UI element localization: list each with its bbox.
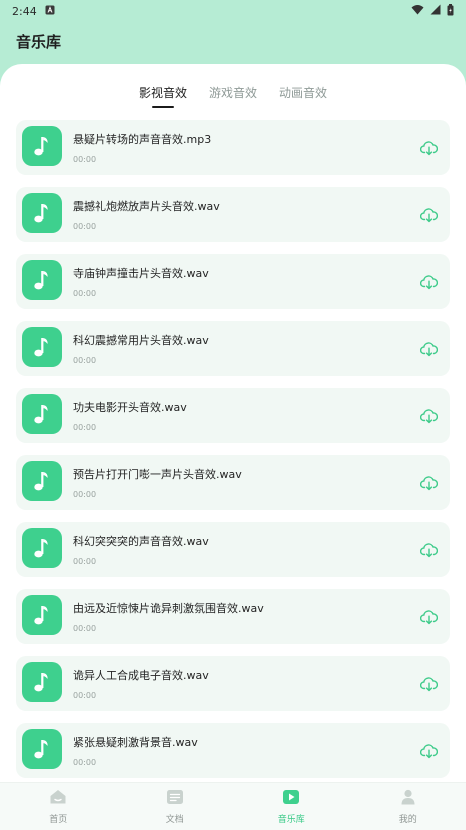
music-note-icon (22, 260, 62, 300)
cloud-download-icon[interactable] (419, 743, 439, 759)
track-row[interactable]: 功夫电影开头音效.wav 00:00 (16, 388, 450, 443)
wifi-icon (411, 4, 424, 18)
track-row[interactable]: 预告片打开门嘭一声片头音效.wav 00:00 (16, 455, 450, 510)
music-note-icon (22, 662, 62, 702)
nav-document-label: 文档 (165, 814, 184, 825)
track-row[interactable]: 悬疑片转场的声音音效.mp3 00:00 (16, 120, 450, 175)
notification-icon (45, 5, 55, 18)
nav-profile[interactable]: 我的 (368, 789, 448, 825)
track-title: 功夫电影开头音效.wav (73, 401, 187, 414)
music-note-icon (22, 394, 62, 434)
track-duration: 00:00 (73, 490, 97, 499)
bottom-navigation: 首页 文档 音乐库 我的 (0, 782, 466, 830)
track-duration: 00:00 (73, 423, 97, 432)
track-title: 科幻突突突的声音音效.wav (73, 535, 209, 548)
track-title: 诡异人工合成电子音效.wav (73, 669, 209, 682)
track-title: 科幻震撼常用片头音效.wav (73, 334, 209, 347)
battery-icon (447, 3, 454, 19)
track-title: 紧张悬疑刺激背景音.wav (73, 736, 198, 749)
cloud-download-icon[interactable] (419, 408, 439, 424)
signal-icon (430, 4, 441, 18)
track-row[interactable]: 震撼礼炮燃放声片头音效.wav 00:00 (16, 187, 450, 242)
home-icon (49, 789, 67, 809)
category-tabs: 影视音效 游戏音效 动画音效 (0, 64, 466, 112)
tab-animation-sfx[interactable]: 动画音效 (277, 84, 329, 101)
nav-music-library-label: 音乐库 (277, 814, 305, 825)
track-duration: 00:00 (73, 356, 97, 365)
cloud-download-icon[interactable] (419, 609, 439, 625)
music-note-icon (22, 193, 62, 233)
track-row[interactable]: 科幻震撼常用片头音效.wav 00:00 (16, 321, 450, 376)
track-row[interactable]: 科幻突突突的声音音效.wav 00:00 (16, 522, 450, 577)
profile-icon (399, 789, 417, 809)
track-title: 预告片打开门嘭一声片头音效.wav (73, 468, 242, 481)
track-duration: 00:00 (73, 758, 97, 767)
track-row[interactable]: 寺庙钟声撞击片头音效.wav 00:00 (16, 254, 450, 309)
nav-home[interactable]: 首页 (18, 789, 98, 825)
cloud-download-icon[interactable] (419, 274, 439, 290)
cloud-download-icon[interactable] (419, 676, 439, 692)
track-duration: 00:00 (73, 624, 97, 633)
cloud-download-icon[interactable] (419, 140, 439, 156)
track-duration: 00:00 (73, 155, 97, 164)
track-row[interactable]: 诡异人工合成电子音效.wav 00:00 (16, 656, 450, 711)
track-duration: 00:00 (73, 691, 97, 700)
music-note-icon (22, 461, 62, 501)
nav-profile-label: 我的 (398, 814, 417, 825)
nav-music-library[interactable]: 音乐库 (251, 789, 331, 825)
nav-home-label: 首页 (49, 814, 68, 825)
status-time: 2:44 (12, 4, 37, 18)
music-note-icon (22, 327, 62, 367)
nav-document[interactable]: 文档 (135, 789, 215, 825)
cloud-download-icon[interactable] (419, 475, 439, 491)
cloud-download-icon[interactable] (419, 207, 439, 223)
track-title: 震撼礼炮燃放声片头音效.wav (73, 200, 220, 213)
cloud-download-icon[interactable] (419, 341, 439, 357)
music-note-icon (22, 729, 62, 769)
track-duration: 00:00 (73, 222, 97, 231)
track-row[interactable]: 由远及近惊悚片诡异刺激氛围音效.wav 00:00 (16, 589, 450, 644)
page-title: 音乐库 (16, 33, 62, 51)
music-note-icon (22, 595, 62, 635)
tab-game-sfx[interactable]: 游戏音效 (207, 84, 259, 101)
track-title: 寺庙钟声撞击片头音效.wav (73, 267, 209, 280)
track-title: 由远及近惊悚片诡异刺激氛围音效.wav (73, 602, 264, 615)
content-sheet: 影视音效 游戏音效 动画音效 悬疑片转场的声音音效.mp3 00:00 震撼礼炮… (0, 64, 466, 782)
music-library-icon (282, 789, 300, 809)
track-row[interactable]: 紧张悬疑刺激背景音.wav 00:00 (16, 723, 450, 778)
document-icon (166, 789, 184, 809)
track-title: 悬疑片转场的声音音效.mp3 (73, 133, 212, 146)
track-duration: 00:00 (73, 289, 97, 298)
cloud-download-icon[interactable] (419, 542, 439, 558)
music-note-icon (22, 126, 62, 166)
track-list: 悬疑片转场的声音音效.mp3 00:00 震撼礼炮燃放声片头音效.wav 00:… (16, 120, 450, 782)
status-bar: 2:44 (0, 0, 466, 22)
track-duration: 00:00 (73, 557, 97, 566)
music-note-icon (22, 528, 62, 568)
tab-film-sfx[interactable]: 影视音效 (137, 84, 189, 101)
